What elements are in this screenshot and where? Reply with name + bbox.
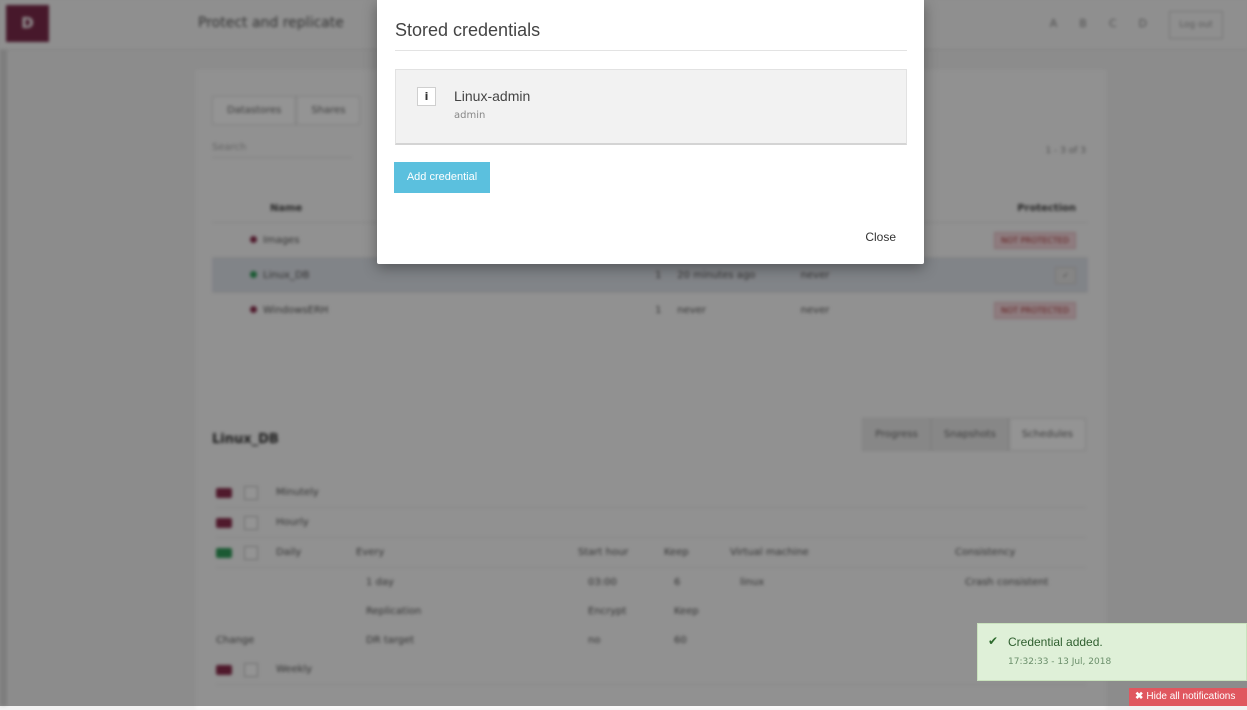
close-icon: ✖ [1135, 691, 1144, 702]
info-icon[interactable]: i [417, 87, 436, 106]
divider [395, 50, 907, 51]
hide-all-notifications-button[interactable]: ✖ Hide all notifications [1129, 688, 1247, 706]
add-credential-button[interactable]: Add credential [394, 162, 490, 193]
check-icon: ✔ [988, 634, 999, 648]
notification-timestamp: 17:32:33 - 13 Jul, 2018 [1008, 657, 1112, 667]
credential-card[interactable]: i Linux-admin admin [395, 69, 907, 145]
dialog-title: Stored credentials [395, 20, 541, 40]
stored-credentials-dialog: Stored credentials i Linux-admin admin A… [377, 0, 924, 264]
hide-all-label: Hide all notifications [1146, 691, 1236, 702]
notification-message: Credential added. [1008, 635, 1103, 649]
credential-name: Linux-admin [454, 88, 531, 104]
notification-toast[interactable]: ✔ Credential added. 17:32:33 - 13 Jul, 2… [977, 623, 1247, 681]
credential-username: admin [454, 110, 486, 121]
close-button[interactable]: Close [865, 230, 896, 244]
